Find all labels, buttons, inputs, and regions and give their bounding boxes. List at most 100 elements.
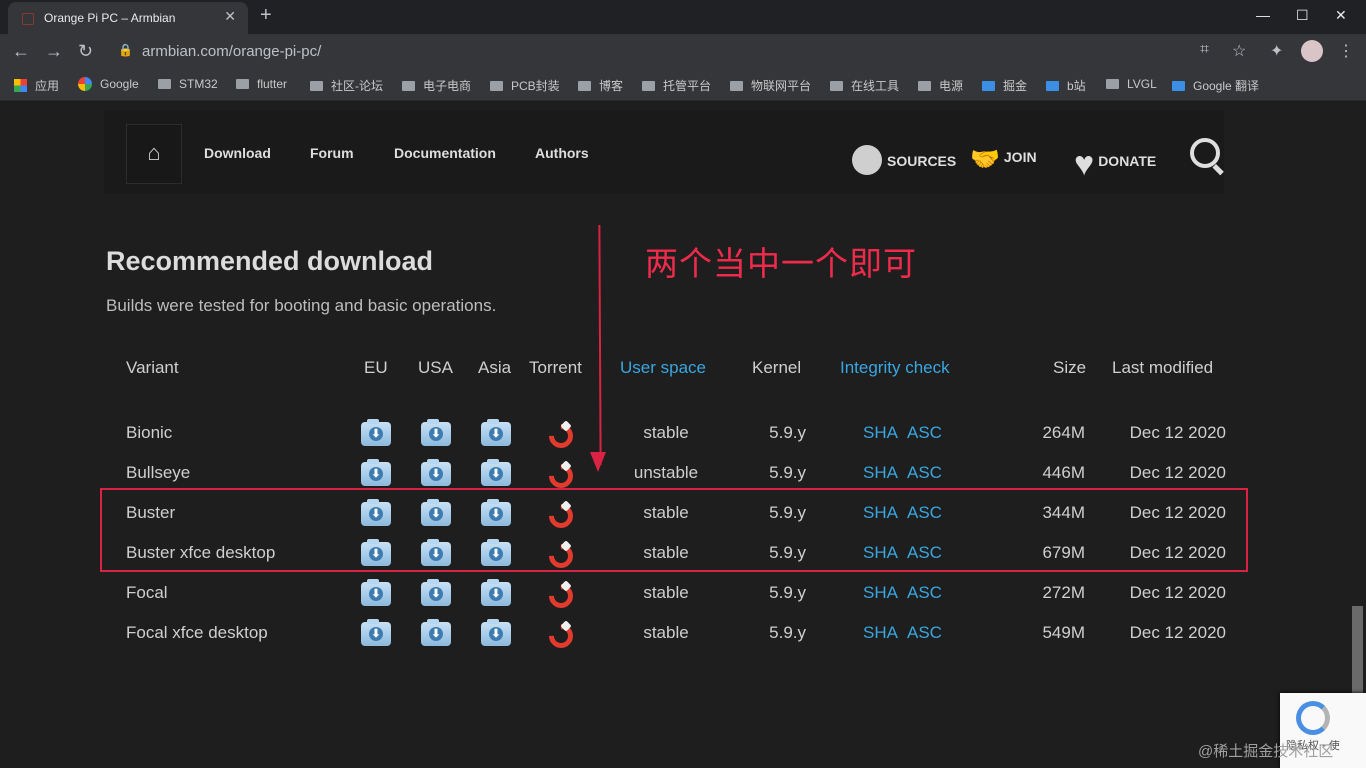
download-usa-icon[interactable]: ⬇ — [421, 579, 451, 606]
nav-forum-link[interactable]: Forum — [310, 145, 354, 161]
sha-link[interactable]: SHA — [863, 503, 898, 523]
download-eu-icon[interactable]: ⬇ — [361, 539, 391, 566]
sources-link[interactable]: SOURCES — [852, 145, 956, 175]
torrent-magnet-icon[interactable] — [549, 624, 571, 646]
profile-avatar[interactable] — [1301, 40, 1323, 62]
nav-documentation-link[interactable]: Documentation — [394, 145, 496, 161]
sha-link[interactable]: SHA — [863, 463, 898, 483]
bookmark-item[interactable]: 社区-论坛 — [310, 77, 383, 94]
download-asia-icon[interactable]: ⬇ — [481, 499, 511, 526]
sha-link[interactable]: SHA — [863, 583, 898, 603]
download-eu-icon[interactable]: ⬇ — [361, 419, 391, 446]
tab-close-icon[interactable]: ✕ — [224, 8, 236, 25]
bookmark-label: 社区-论坛 — [331, 79, 383, 93]
kernel-cell: 5.9.y — [769, 623, 806, 642]
back-button[interactable]: ← — [12, 41, 30, 62]
folder-icon — [730, 81, 743, 91]
bookmark-item[interactable]: 电子电商 — [402, 77, 471, 94]
torrent-magnet-icon[interactable] — [549, 584, 571, 606]
kernel-cell: 5.9.y — [769, 543, 806, 562]
download-arrow-icon: ⬇ — [369, 507, 383, 521]
page-scrollbar[interactable] — [1352, 606, 1363, 698]
download-eu-icon[interactable]: ⬇ — [361, 619, 391, 646]
bookmark-item[interactable]: flutter — [236, 77, 287, 91]
last-modified-cell: Dec 12 2020 — [1129, 463, 1226, 482]
download-arrow-icon: ⬇ — [489, 427, 503, 441]
bookmark-star-icon[interactable]: ☆ — [1232, 41, 1246, 61]
nav-authors-link[interactable]: Authors — [535, 145, 589, 161]
sha-link[interactable]: SHA — [863, 423, 898, 443]
url-text: armbian.com/orange-pi-pc/ — [142, 43, 322, 60]
lock-icon: 🔒 — [118, 43, 133, 57]
translate-icon[interactable]: ⌗ — [1200, 41, 1209, 59]
extensions-icon[interactable]: ✦ — [1270, 41, 1283, 61]
download-asia-icon[interactable]: ⬇ — [481, 539, 511, 566]
asc-link[interactable]: ASC — [907, 423, 942, 443]
bookmark-item[interactable]: 掘金 — [982, 77, 1027, 94]
home-button[interactable]: ⌂ — [126, 124, 182, 184]
google-icon — [78, 77, 92, 91]
reload-button[interactable]: ↻ — [78, 41, 93, 62]
bookmark-item[interactable]: 电源 — [918, 77, 963, 94]
sha-link[interactable]: SHA — [863, 543, 898, 563]
bookmark-item[interactable]: 托管平台 — [642, 77, 711, 94]
join-link[interactable]: 🤝 JOIN — [970, 145, 1037, 174]
download-arrow-icon: ⬇ — [369, 427, 383, 441]
close-window-button[interactable]: ✕ — [1335, 7, 1347, 24]
bookmark-item[interactable]: b站 — [1046, 77, 1086, 94]
bookmark-item[interactable]: Google — [78, 77, 139, 91]
size-cell: 272M — [1042, 583, 1085, 602]
download-usa-icon[interactable]: ⬇ — [421, 539, 451, 566]
new-tab-button[interactable]: + — [260, 4, 272, 27]
url-input[interactable]: 🔒 armbian.com/orange-pi-pc/ — [108, 37, 1258, 67]
download-asia-icon[interactable]: ⬇ — [481, 459, 511, 486]
download-usa-icon[interactable]: ⬇ — [421, 499, 451, 526]
torrent-magnet-icon[interactable] — [549, 424, 571, 446]
menu-icon[interactable]: ⋮ — [1338, 41, 1354, 61]
bookmark-item[interactable]: STM32 — [158, 77, 218, 91]
folder-icon — [642, 81, 655, 91]
download-usa-icon[interactable]: ⬇ — [421, 419, 451, 446]
tab-title: Orange Pi PC – Armbian — [44, 11, 176, 25]
sha-link[interactable]: SHA — [863, 623, 898, 643]
download-eu-icon[interactable]: ⬇ — [361, 579, 391, 606]
donate-link[interactable]: ♥ DONATE — [1074, 145, 1156, 184]
asc-link[interactable]: ASC — [907, 623, 942, 643]
download-usa-icon[interactable]: ⬇ — [421, 619, 451, 646]
bookmark-item[interactable]: Google 翻译 — [1172, 77, 1259, 94]
header-user-space-link[interactable]: User space — [620, 358, 706, 378]
asc-link[interactable]: ASC — [907, 463, 942, 483]
download-asia-icon[interactable]: ⬇ — [481, 619, 511, 646]
torrent-magnet-icon[interactable] — [549, 464, 571, 486]
minimize-button[interactable]: — — [1256, 7, 1270, 23]
download-arrow-icon: ⬇ — [489, 627, 503, 641]
bookmark-item[interactable]: 应用 — [14, 77, 59, 94]
last-modified-cell: Dec 12 2020 — [1129, 423, 1226, 442]
browser-tab[interactable]: Orange Pi PC – Armbian ✕ — [8, 2, 248, 34]
torrent-magnet-icon[interactable] — [549, 504, 571, 526]
bookmark-item[interactable]: LVGL — [1106, 77, 1157, 91]
github-icon — [852, 145, 882, 175]
download-eu-icon[interactable]: ⬇ — [361, 459, 391, 486]
download-asia-icon[interactable]: ⬇ — [481, 579, 511, 606]
asc-link[interactable]: ASC — [907, 583, 942, 603]
folder-icon — [236, 79, 249, 89]
download-eu-icon[interactable]: ⬇ — [361, 499, 391, 526]
google-translate-icon — [1172, 81, 1185, 91]
userspace-cell: stable — [643, 623, 689, 642]
download-usa-icon[interactable]: ⬇ — [421, 459, 451, 486]
asc-link[interactable]: ASC — [907, 503, 942, 523]
bookmark-item[interactable]: 在线工具 — [830, 77, 899, 94]
search-icon[interactable] — [1190, 138, 1220, 168]
maximize-button[interactable]: ☐ — [1296, 7, 1309, 24]
bookmark-item[interactable]: PCB封装 — [490, 77, 560, 94]
torrent-magnet-icon[interactable] — [549, 544, 571, 566]
nav-download-link[interactable]: Download — [204, 145, 271, 161]
bookmark-item[interactable]: 物联网平台 — [730, 77, 811, 94]
asc-link[interactable]: ASC — [907, 543, 942, 563]
bookmark-item[interactable]: 博客 — [578, 77, 623, 94]
last-modified-cell: Dec 12 2020 — [1129, 623, 1226, 642]
header-integrity-check-link[interactable]: Integrity check — [840, 358, 950, 378]
download-asia-icon[interactable]: ⬇ — [481, 419, 511, 446]
forward-button[interactable]: → — [45, 41, 63, 62]
